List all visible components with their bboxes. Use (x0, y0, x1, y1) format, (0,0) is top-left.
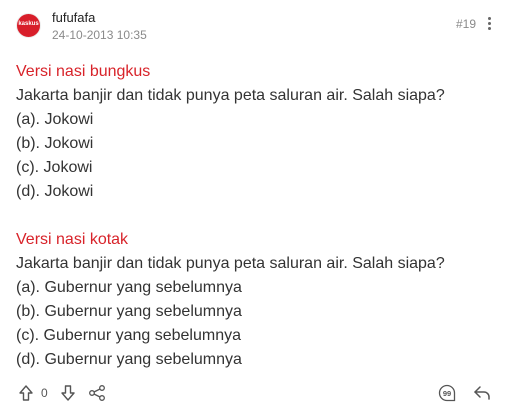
answer-option: (d). Jokowi (16, 183, 94, 200)
section-title: Versi nasi kotak (16, 231, 129, 248)
post-number[interactable]: #19 (456, 17, 476, 31)
avatar[interactable]: kaskus (16, 13, 41, 38)
question-line: Jakarta banjir dan tidak punya peta salu… (16, 255, 445, 272)
question-line: Jakarta banjir dan tidak punya peta salu… (16, 87, 445, 104)
answer-option: (d). Gubernur yang sebelumnya (16, 351, 242, 368)
post-actions: 0 99 (16, 383, 500, 405)
more-options-icon[interactable] (484, 16, 494, 32)
svg-text:99: 99 (443, 389, 451, 398)
answer-option: (c). Jokowi (16, 159, 93, 176)
username[interactable]: fufufafa (52, 10, 95, 25)
post-timestamp: 24-10-2013 10:35 (52, 28, 147, 42)
post-body: Versi nasi bungkus Jakarta banjir dan ti… (16, 60, 500, 372)
answer-option: (c). Gubernur yang sebelumnya (16, 327, 241, 344)
post-card: kaskus fufufafa 24-10-2013 10:35 #19 Ver… (0, 0, 512, 414)
post-header: kaskus fufufafa 24-10-2013 10:35 #19 (16, 10, 500, 44)
vote-count: 0 (41, 386, 48, 400)
reply-icon[interactable] (472, 383, 492, 403)
answer-option: (a). Jokowi (16, 111, 94, 128)
quote-icon[interactable]: 99 (437, 383, 457, 403)
section-title: Versi nasi bungkus (16, 63, 151, 80)
answer-option: (b). Gubernur yang sebelumnya (16, 303, 242, 320)
arrow-down-icon[interactable] (58, 383, 78, 403)
arrow-up-icon[interactable] (16, 383, 36, 403)
answer-option: (b). Jokowi (16, 135, 94, 152)
share-icon[interactable] (87, 383, 107, 403)
answer-option: (a). Gubernur yang sebelumnya (16, 279, 242, 296)
avatar-logo-text: kaskus (18, 21, 39, 27)
